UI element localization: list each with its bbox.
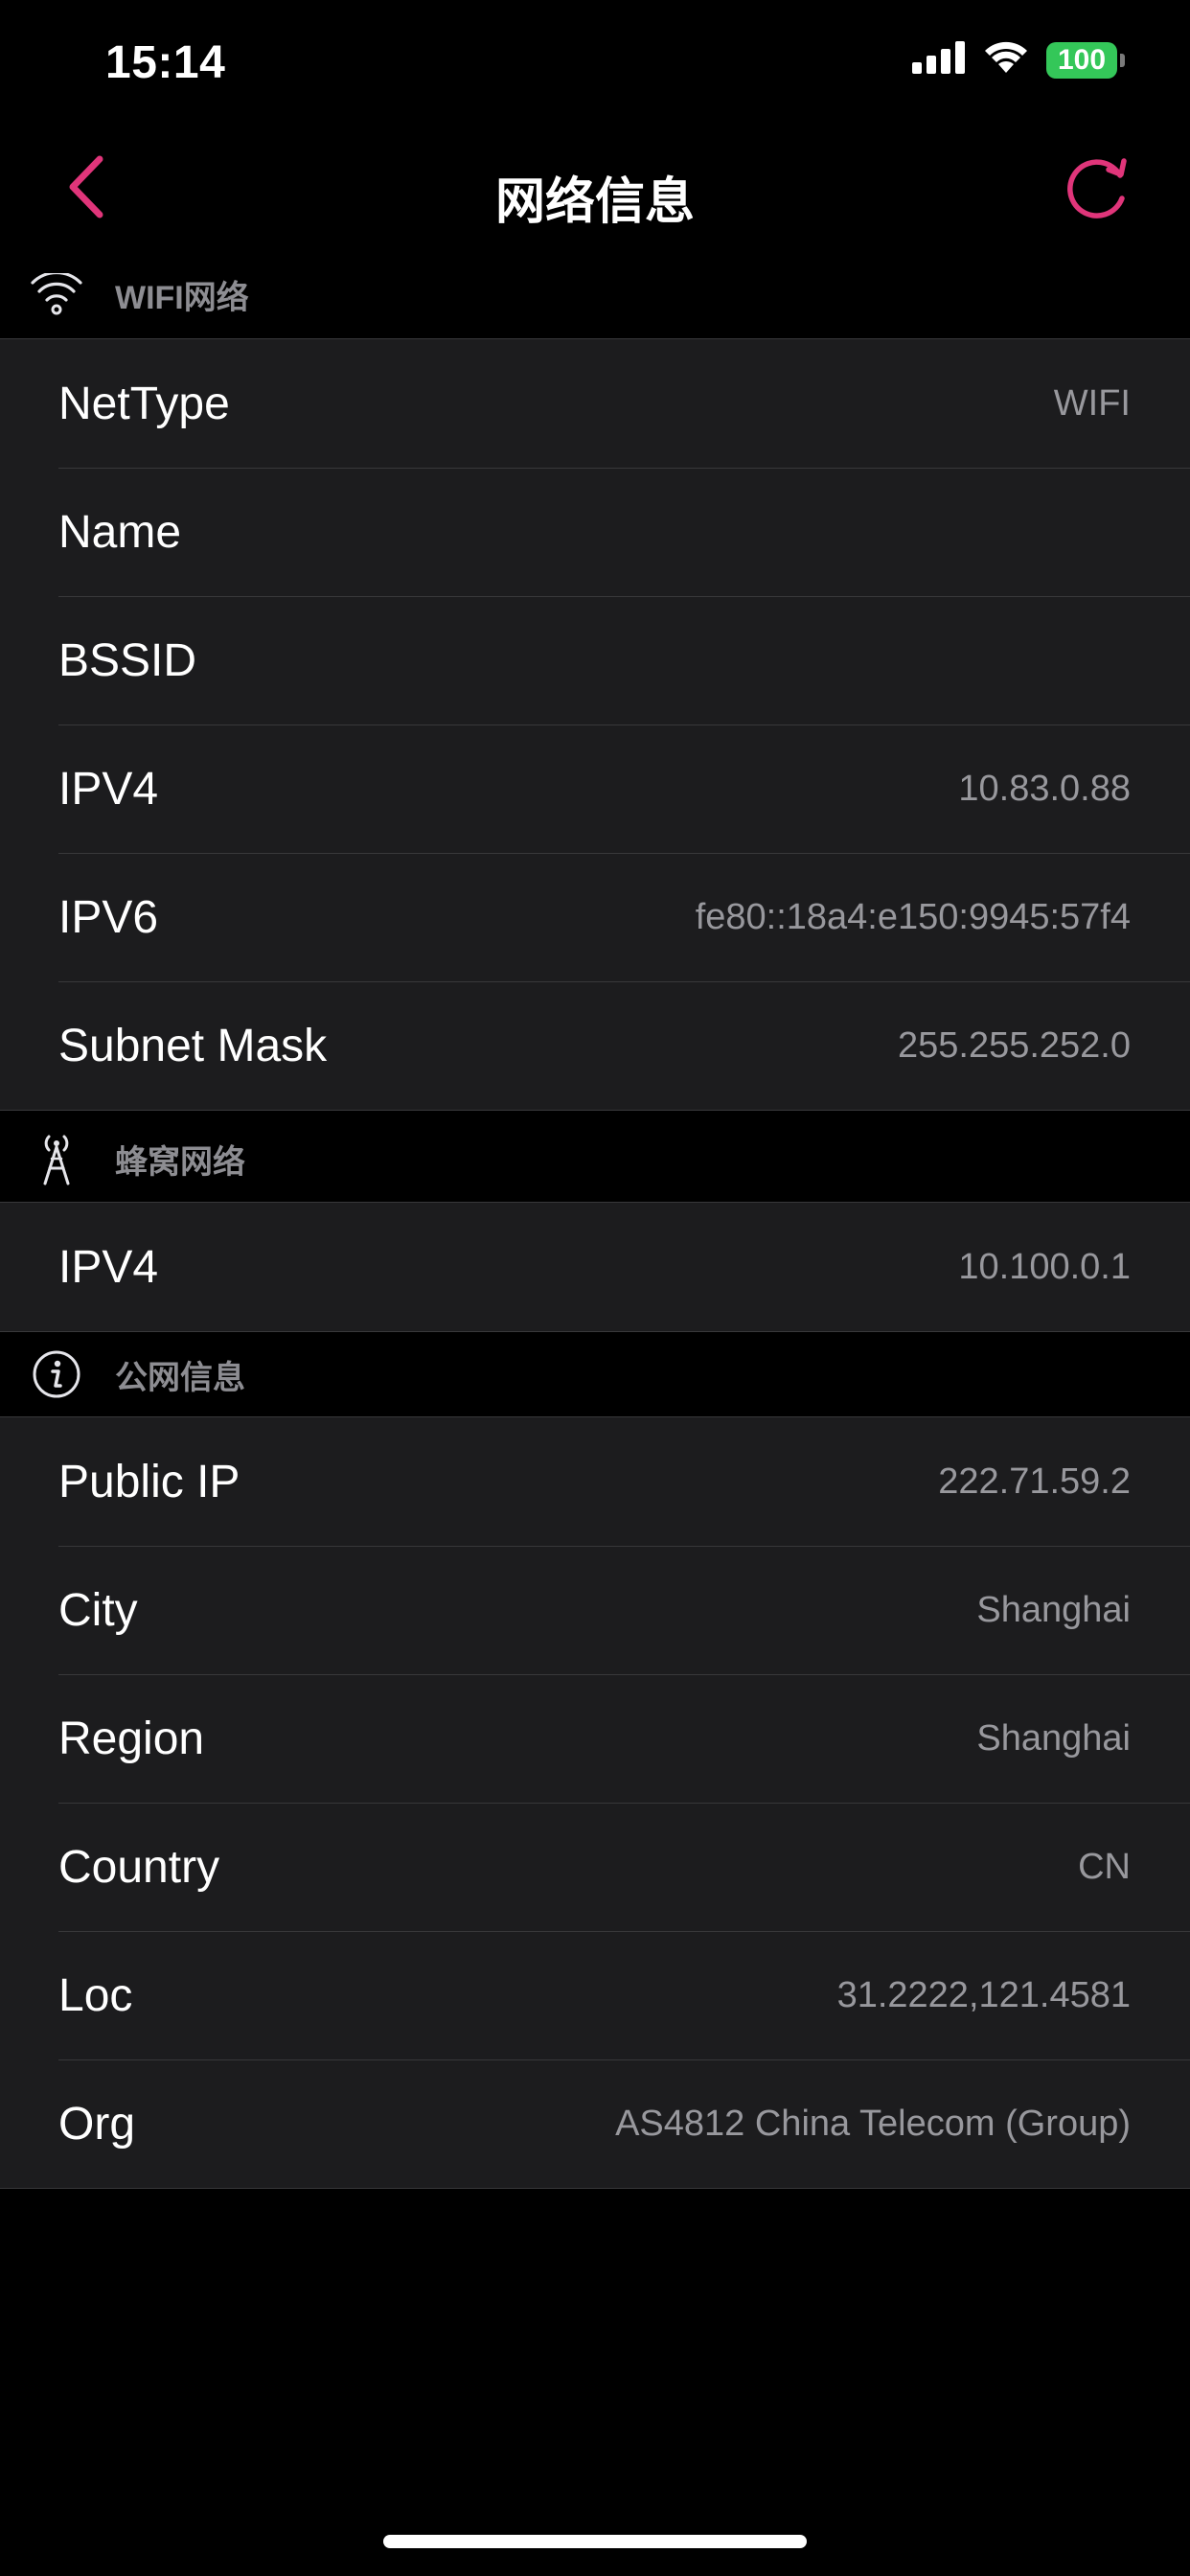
row-value: 255.255.252.0 bbox=[897, 1024, 1131, 1066]
section-header-cellular: 蜂窝网络 bbox=[0, 1116, 1190, 1202]
list-item-subnet-mask: Subnet Mask 255.255.252.0 bbox=[0, 981, 1190, 1110]
row-label: City bbox=[58, 1584, 138, 1636]
status-bar: 15:14 100 bbox=[0, 0, 1190, 130]
list-item-city: City Shanghai bbox=[0, 1546, 1190, 1674]
row-value: 31.2222,121.4581 bbox=[836, 1974, 1131, 2015]
row-value: fe80::18a4:e150:9945:57f4 bbox=[695, 896, 1131, 937]
section-title-cellular: 蜂窝网络 bbox=[115, 1143, 245, 1181]
home-indicator[interactable] bbox=[383, 2535, 807, 2548]
row-label: Org bbox=[58, 2098, 136, 2150]
row-label: BSSID bbox=[58, 634, 197, 686]
list-item-org: Org AS4812 China Telecom (Group) bbox=[0, 2059, 1190, 2188]
public-group: Public IP 222.71.59.2 City Shanghai Regi… bbox=[0, 1416, 1190, 2189]
row-label: IPV4 bbox=[58, 1241, 159, 1293]
list-item-ipv4: IPV4 10.100.0.1 bbox=[0, 1203, 1190, 1331]
page-title: 网络信息 bbox=[494, 174, 695, 230]
row-value: 10.100.0.1 bbox=[958, 1246, 1131, 1287]
status-icons: 100 bbox=[912, 40, 1125, 80]
row-label: IPV6 bbox=[58, 891, 159, 943]
list-item-region: Region Shanghai bbox=[0, 1674, 1190, 1803]
battery-tip bbox=[1120, 53, 1125, 67]
navigation-bar: 网络信息 bbox=[0, 134, 1190, 243]
list-item-ipv6: IPV6 fe80::18a4:e150:9945:57f4 bbox=[0, 853, 1190, 981]
wifi-icon bbox=[29, 266, 84, 322]
cell-tower-icon bbox=[29, 1131, 84, 1186]
row-value: CN bbox=[1078, 1846, 1131, 1887]
row-label: NetType bbox=[58, 378, 230, 429]
list-item-loc: Loc 31.2222,121.4581 bbox=[0, 1931, 1190, 2059]
list-item-nettype: NetType WIFI bbox=[0, 339, 1190, 468]
refresh-icon bbox=[1064, 154, 1132, 226]
row-label: Name bbox=[58, 506, 182, 558]
section-title-public: 公网信息 bbox=[115, 1359, 245, 1396]
refresh-button[interactable] bbox=[1064, 155, 1133, 224]
section-header-public: 公网信息 bbox=[0, 1331, 1190, 1417]
list-item-public-ip: Public IP 222.71.59.2 bbox=[0, 1417, 1190, 1546]
info-circle-icon bbox=[29, 1346, 84, 1402]
row-value: Shanghai bbox=[976, 1717, 1131, 1759]
wifi-icon bbox=[983, 40, 1029, 80]
section-header-wifi: WIFI网络 bbox=[0, 251, 1190, 337]
row-value: Shanghai bbox=[976, 1589, 1131, 1630]
signal-bars-icon bbox=[912, 41, 966, 79]
row-value: 10.83.0.88 bbox=[958, 768, 1131, 809]
row-value: 222.71.59.2 bbox=[938, 1460, 1131, 1502]
list-item-bssid: BSSID bbox=[0, 596, 1190, 724]
row-value: WIFI bbox=[1053, 382, 1131, 424]
row-label: Country bbox=[58, 1841, 220, 1893]
status-time: 15:14 bbox=[105, 37, 226, 88]
row-label: Public IP bbox=[58, 1456, 240, 1507]
row-label: Loc bbox=[58, 1969, 133, 2021]
list-item-ipv4: IPV4 10.83.0.88 bbox=[0, 724, 1190, 853]
row-label: IPV4 bbox=[58, 763, 159, 815]
row-label: Region bbox=[58, 1713, 205, 1764]
row-value: AS4812 China Telecom (Group) bbox=[615, 2103, 1131, 2144]
wifi-group: NetType WIFI Name BSSID IPV4 10.83.0.88 … bbox=[0, 338, 1190, 1111]
list-item-name: Name bbox=[0, 468, 1190, 596]
list-item-country: Country CN bbox=[0, 1803, 1190, 1931]
battery-icon: 100 bbox=[1046, 41, 1125, 79]
cellular-group: IPV4 10.100.0.1 bbox=[0, 1202, 1190, 1332]
row-label: Subnet Mask bbox=[58, 1020, 328, 1071]
section-title-wifi: WIFI网络 bbox=[115, 279, 249, 316]
battery-level: 100 bbox=[1046, 41, 1117, 79]
